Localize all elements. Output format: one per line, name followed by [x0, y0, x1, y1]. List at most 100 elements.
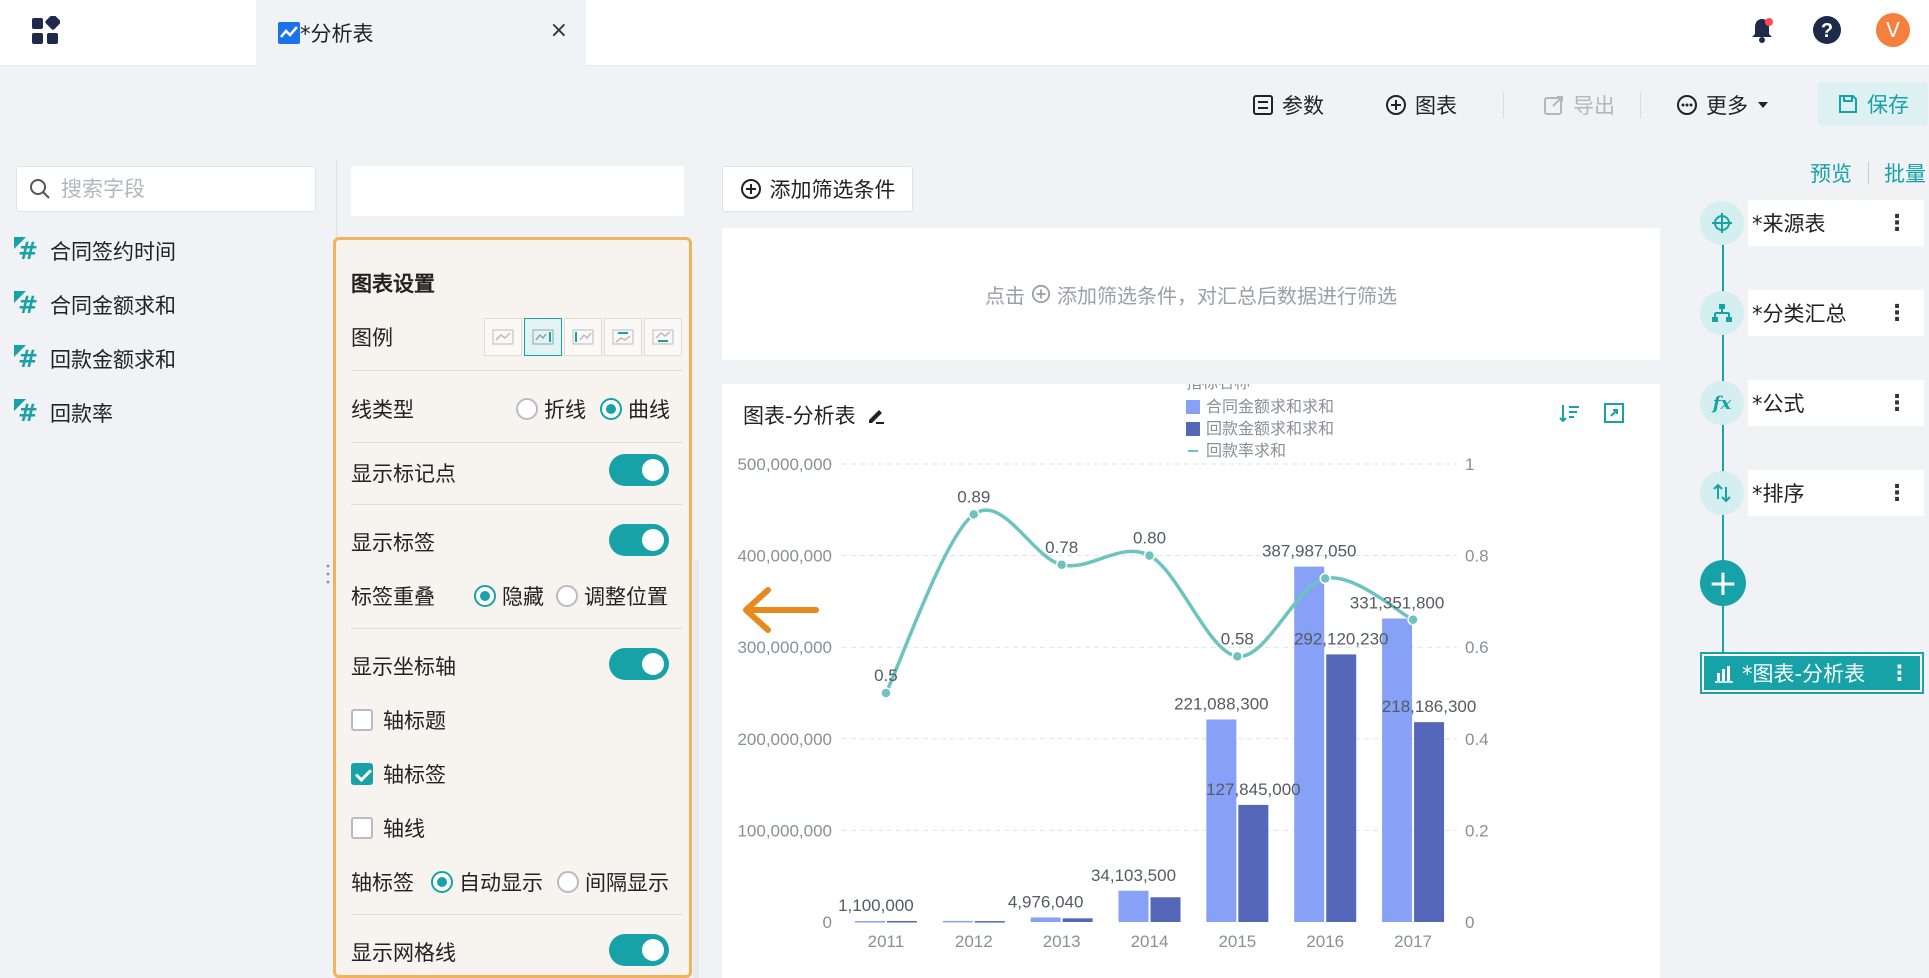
- show-labels-toggle[interactable]: [609, 524, 669, 556]
- axis-title-checkbox[interactable]: 轴标题: [351, 705, 446, 735]
- y-right-tick-label: 0: [1465, 913, 1474, 932]
- bar: [1118, 890, 1149, 922]
- node-menu-icon[interactable]: ⋮: [1886, 481, 1908, 506]
- number-field-icon: #: [14, 291, 42, 319]
- params-label: 参数: [1282, 94, 1324, 118]
- data-label: 34,103,500: [1091, 866, 1176, 885]
- export-button[interactable]: 导出: [1543, 88, 1615, 122]
- settings-scrollbar[interactable]: [693, 560, 699, 978]
- more-label: 更多: [1706, 94, 1748, 118]
- legend-bottom-icon: [652, 329, 674, 345]
- settings-divider: [351, 628, 683, 629]
- show-markers-toggle[interactable]: [609, 454, 669, 486]
- x-tick-label: 2015: [1218, 932, 1256, 951]
- line-point: [1407, 613, 1419, 626]
- formula-icon: fx: [1700, 381, 1744, 425]
- field-item[interactable]: # 回款率: [14, 396, 113, 430]
- tab-analysis-table[interactable]: *分析表 ×: [256, 0, 586, 66]
- line-type-curve-option[interactable]: 曲线: [600, 394, 670, 424]
- tab-close-icon[interactable]: ×: [550, 18, 568, 43]
- data-label: 4,976,040: [1008, 892, 1084, 911]
- node-label: *分类汇总: [1752, 302, 1847, 326]
- number-field-icon: #: [14, 399, 42, 427]
- bar: [886, 920, 917, 923]
- radio-icon: [516, 398, 538, 420]
- option-label: 折线: [544, 398, 586, 422]
- data-label: 218,186,300: [1382, 697, 1477, 716]
- add-chart-button[interactable]: 图表: [1385, 88, 1457, 122]
- filter-drop-area[interactable]: 点击 添加筛选条件，对汇总后数据进行筛选: [722, 228, 1660, 360]
- label-overlap-adjust-option[interactable]: 调整位置: [556, 581, 668, 611]
- field-item[interactable]: # 合同签约时间: [14, 234, 176, 268]
- pipeline-node-source[interactable]: *来源表 ⋮: [1700, 200, 1924, 246]
- legend-bottom-option[interactable]: [644, 318, 682, 356]
- node-menu-icon[interactable]: ⋮: [1889, 661, 1910, 685]
- bar: [1206, 719, 1237, 922]
- legend-left-option[interactable]: [564, 318, 602, 356]
- legend-item: 回款金额求和求和: [1206, 420, 1334, 438]
- app-grid-icon[interactable]: [30, 16, 60, 46]
- legend-swatch: [1186, 400, 1200, 414]
- node-menu-icon[interactable]: ⋮: [1886, 391, 1908, 416]
- preview-link[interactable]: 预览: [1810, 158, 1852, 188]
- y-right-tick-label: 0.6: [1465, 638, 1489, 657]
- filter-hint-suffix: 添加筛选条件，对汇总后数据进行筛选: [1057, 283, 1397, 308]
- save-button[interactable]: 保存: [1818, 82, 1928, 126]
- node-label: *来源表: [1752, 212, 1826, 236]
- combo-chart: 0 100,000,000 200,000,000 300,000,000 400,00…: [737, 384, 1489, 951]
- data-label: 0.78: [1045, 538, 1078, 557]
- bar: [1414, 722, 1445, 922]
- batch-link[interactable]: 批量: [1884, 158, 1926, 188]
- axis-label-auto-option[interactable]: 自动显示: [431, 867, 543, 897]
- show-grid-toggle[interactable]: [609, 934, 669, 966]
- bar: [1326, 654, 1357, 922]
- add-filter-button[interactable]: 添加筛选条件: [722, 166, 913, 212]
- show-axis-toggle[interactable]: [609, 648, 669, 680]
- node-label: *排序: [1752, 482, 1805, 506]
- save-label: 保存: [1867, 93, 1909, 117]
- field-search-input[interactable]: [61, 177, 301, 201]
- bar: [1030, 917, 1061, 922]
- legend-right-option[interactable]: [524, 318, 562, 356]
- add-node-button[interactable]: +: [1700, 560, 1746, 606]
- pipeline-node-chart[interactable]: *图表-分析表 ⋮: [1700, 652, 1924, 694]
- resize-handle-icon[interactable]: [325, 562, 331, 586]
- plus-circle-icon: [1031, 284, 1051, 304]
- field-item[interactable]: # 回款金额求和: [14, 342, 176, 376]
- user-avatar[interactable]: V: [1876, 13, 1910, 47]
- more-button[interactable]: 更多: [1676, 88, 1770, 122]
- radio-selected-icon: [431, 871, 453, 893]
- axis-labels-checkbox[interactable]: 轴标签: [351, 759, 446, 789]
- label-overlap-hide-option[interactable]: 隐藏: [474, 581, 544, 611]
- pipeline-node-formula[interactable]: fx *公式 ⋮: [1700, 380, 1924, 426]
- field-label: 回款金额求和: [50, 348, 176, 372]
- x-tick-label: 2011: [868, 932, 905, 951]
- notification-bell-icon[interactable]: [1746, 14, 1778, 46]
- line-type-polyline-option[interactable]: 折线: [516, 394, 586, 424]
- option-label: 调整位置: [584, 585, 668, 609]
- bar: [1238, 804, 1269, 922]
- option-label: 间隔显示: [585, 871, 669, 895]
- pipeline-node-group[interactable]: *分类汇总 ⋮: [1700, 290, 1924, 336]
- pipeline-node-sort[interactable]: *排序 ⋮: [1700, 470, 1924, 516]
- legend-top-option[interactable]: [604, 318, 642, 356]
- axis-line-checkbox[interactable]: 轴线: [351, 813, 425, 843]
- axis-label-interval-option[interactable]: 间隔显示: [557, 867, 669, 897]
- legend-none-option[interactable]: [484, 318, 522, 356]
- option-label: 隐藏: [502, 585, 544, 609]
- node-menu-icon[interactable]: ⋮: [1886, 301, 1908, 326]
- help-icon[interactable]: ?: [1811, 14, 1843, 46]
- radio-icon: [557, 871, 579, 893]
- node-menu-icon[interactable]: ⋮: [1886, 211, 1908, 236]
- settings-header-box: [351, 166, 684, 216]
- legend-label: 图例: [351, 326, 393, 350]
- field-item[interactable]: # 合同金额求和: [14, 288, 176, 322]
- radio-icon: [556, 585, 578, 607]
- bar-chart-icon: [1715, 666, 1733, 683]
- checkbox-label: 轴线: [383, 817, 425, 841]
- bar: [1294, 566, 1325, 922]
- field-label: 合同金额求和: [50, 294, 176, 318]
- settings-divider: [351, 504, 683, 505]
- bar: [974, 921, 1005, 923]
- params-button[interactable]: 参数: [1252, 88, 1324, 122]
